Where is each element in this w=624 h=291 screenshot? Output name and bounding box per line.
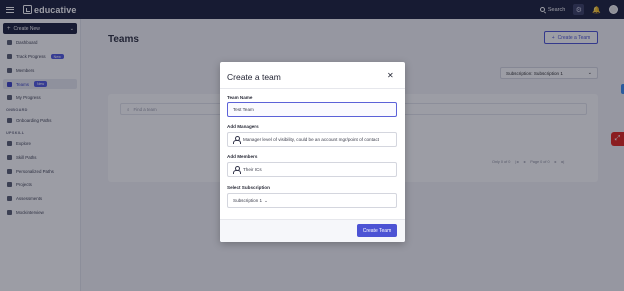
add-members-placeholder: Their ICs: [243, 167, 262, 172]
close-icon[interactable]: ✕: [387, 72, 394, 80]
add-managers-placeholder: Manager level of visibility, could be an…: [243, 137, 380, 142]
add-managers-label: Add Managers: [227, 124, 259, 129]
team-name-label: Team Name: [227, 95, 253, 100]
divider: [220, 88, 405, 89]
add-members-label: Add Members: [227, 154, 258, 159]
person-icon: [233, 136, 241, 144]
chevron-down-icon: ⌄: [264, 197, 268, 203]
modal-title: Create a team: [227, 72, 281, 82]
subscription-dropdown[interactable]: Subscription 1 ⌄: [227, 193, 397, 208]
create-team-modal: Create a team ✕ Team Name Test Team Add …: [220, 62, 405, 242]
person-icon: [233, 166, 241, 174]
add-managers-input[interactable]: Manager level of visibility, could be an…: [227, 132, 397, 147]
subscription-value: Subscription 1: [233, 198, 263, 203]
team-name-input[interactable]: Test Team: [227, 102, 397, 117]
create-team-button[interactable]: Create Team: [357, 224, 397, 237]
select-subscription-label: Select Subscription: [227, 185, 270, 190]
team-name-value: Test Team: [233, 107, 254, 112]
add-members-input[interactable]: Their ICs: [227, 162, 397, 177]
